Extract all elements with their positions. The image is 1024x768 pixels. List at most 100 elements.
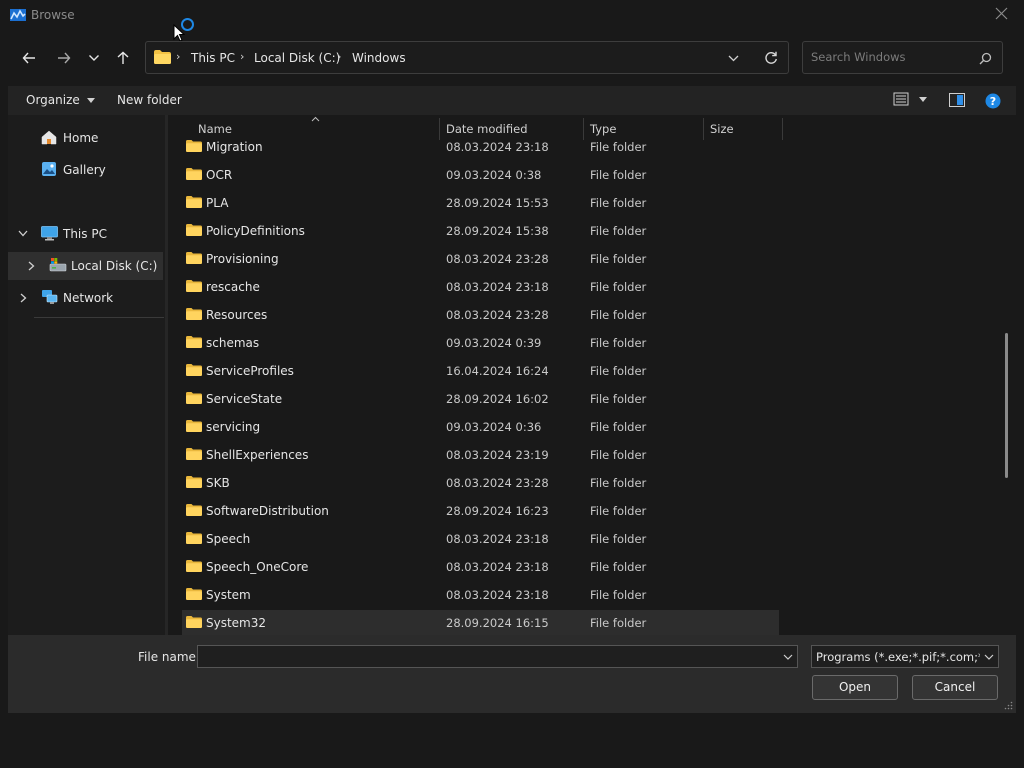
- expand-chevron-right-icon[interactable]: [20, 293, 27, 303]
- file-type: File folder: [590, 364, 647, 378]
- svg-text:?: ?: [990, 95, 996, 108]
- close-button[interactable]: [988, 4, 1014, 26]
- breadcrumb-this-pc[interactable]: This PC: [191, 51, 235, 65]
- sort-ascending-icon: [311, 116, 320, 122]
- help-button[interactable]: ?: [985, 93, 1001, 112]
- file-row[interactable]: rescache 08.03.2024 23:18 File folder: [182, 274, 779, 300]
- column-divider[interactable]: [782, 118, 783, 140]
- file-name: rescache: [206, 280, 260, 294]
- address-history-chevron-icon[interactable]: [728, 55, 739, 62]
- search-box[interactable]: [802, 41, 1003, 74]
- breadcrumb-separator-icon: ›: [337, 50, 342, 63]
- folder-icon: [186, 308, 202, 320]
- file-row[interactable]: SKB 08.03.2024 23:28 File folder: [182, 470, 779, 496]
- file-name: Resources: [206, 308, 268, 322]
- cancel-button[interactable]: Cancel: [912, 675, 998, 700]
- file-list: Name Date modified Type Size Migration 08…: [168, 115, 1016, 635]
- nav-item-gallery[interactable]: Gallery: [8, 156, 163, 184]
- file-type: File folder: [590, 224, 647, 238]
- open-button[interactable]: Open: [812, 675, 898, 700]
- file-row[interactable]: SoftwareDistribution 28.09.2024 16:23 File…: [182, 498, 779, 524]
- file-name-input[interactable]: [202, 649, 772, 663]
- folder-icon: [186, 420, 202, 432]
- expand-chevron-right-icon[interactable]: [28, 261, 35, 271]
- file-type: File folder: [590, 560, 647, 574]
- change-view-button[interactable]: [893, 92, 929, 110]
- file-row[interactable]: OCR 09.03.2024 0:38 File folder: [182, 162, 779, 188]
- search-input[interactable]: [811, 50, 971, 64]
- filter-chevron-down-icon: [984, 654, 994, 660]
- file-row[interactable]: Resources 08.03.2024 23:28 File folder: [182, 302, 779, 328]
- file-row[interactable]: ServiceState 28.09.2024 16:02 File folder: [182, 386, 779, 412]
- file-row[interactable]: PolicyDefinitions 28.09.2024 15:38 File fo…: [182, 218, 779, 244]
- preview-pane-button[interactable]: [949, 93, 965, 110]
- organize-button[interactable]: Organize: [26, 93, 96, 107]
- file-date-modified: 08.03.2024 23:19: [446, 448, 549, 462]
- file-row[interactable]: PLA 28.09.2024 15:53 File folder: [182, 190, 779, 216]
- back-button[interactable]: [16, 45, 42, 71]
- nav-label-home: Home: [63, 131, 99, 145]
- up-button[interactable]: [110, 45, 136, 71]
- new-folder-button[interactable]: New folder: [117, 93, 182, 107]
- file-name: System32: [206, 616, 267, 630]
- gallery-icon: [42, 162, 56, 176]
- nav-label-gallery: Gallery: [63, 163, 106, 177]
- file-row[interactable]: Provisioning 08.03.2024 23:28 File folder: [182, 246, 779, 272]
- forward-button[interactable]: [51, 45, 77, 71]
- file-type-filter-value: Programs (*.exe;*.pif;*.com;*.bat;*.cmd): [816, 650, 980, 664]
- file-date-modified: 08.03.2024 23:28: [446, 476, 549, 490]
- file-row[interactable]: Speech_OneCore 08.03.2024 23:18 File folde…: [182, 554, 779, 580]
- file-date-modified: 08.03.2024 23:28: [446, 252, 549, 266]
- file-date-modified: 08.03.2024 23:18: [446, 588, 549, 602]
- file-row[interactable]: System32 28.09.2024 16:15 File folder: [182, 610, 779, 635]
- dialog-footer: File name: Programs (*.exe;*.pif;*.com;*…: [8, 635, 1016, 713]
- search-icon[interactable]: [979, 52, 992, 65]
- vertical-scrollbar-thumb[interactable]: [1005, 333, 1008, 478]
- file-type: File folder: [590, 476, 647, 490]
- refresh-icon[interactable]: [764, 51, 778, 65]
- file-row[interactable]: ShellExperiences 08.03.2024 23:19 File fol…: [182, 442, 779, 468]
- file-name: ShellExperiences: [206, 448, 309, 462]
- view-dropdown-arrow-icon: [919, 97, 927, 102]
- folder-icon: [154, 50, 171, 64]
- breadcrumb-windows[interactable]: Windows: [352, 51, 406, 65]
- folder-icon: [186, 280, 202, 292]
- help-icon: ?: [985, 93, 1001, 109]
- file-type: File folder: [590, 420, 647, 434]
- nav-item-network[interactable]: Network: [8, 284, 163, 312]
- arrow-up-icon: [117, 51, 129, 64]
- arrow-right-icon: [58, 52, 71, 64]
- file-row[interactable]: schemas 09.03.2024 0:39 File folder: [182, 330, 779, 356]
- nav-divider: [34, 317, 164, 318]
- expand-chevron-down-icon[interactable]: [18, 230, 28, 237]
- folder-icon: [186, 196, 202, 208]
- close-icon: [995, 7, 1007, 20]
- nav-item-home[interactable]: Home: [8, 124, 163, 152]
- file-name: ServiceProfiles: [206, 364, 294, 378]
- file-row[interactable]: ServiceProfiles 16.04.2024 16:24 File fold…: [182, 358, 779, 384]
- folder-icon: [186, 140, 202, 152]
- file-row[interactable]: Speech 08.03.2024 23:18 File folder: [182, 526, 779, 552]
- file-name: Speech: [206, 532, 251, 546]
- address-bar[interactable]: › This PC › Local Disk (C:) › Windows: [145, 41, 789, 74]
- nav-label-this-pc: This PC: [63, 227, 107, 241]
- resize-grip-icon[interactable]: [1004, 701, 1013, 710]
- file-name-combobox[interactable]: [197, 645, 798, 668]
- nav-item-local-disk[interactable]: Local Disk (C:): [8, 252, 163, 280]
- breadcrumb-local-disk[interactable]: Local Disk (C:): [254, 51, 340, 65]
- local-disk-icon: [49, 258, 67, 272]
- file-type: File folder: [590, 168, 647, 182]
- nav-item-this-pc[interactable]: This PC: [8, 220, 163, 248]
- file-type: File folder: [590, 448, 647, 462]
- file-date-modified: 28.09.2024 16:02: [446, 392, 549, 406]
- file-date-modified: 08.03.2024 23:18: [446, 560, 549, 574]
- file-row[interactable]: System 08.03.2024 23:18 File folder: [182, 582, 779, 608]
- recent-locations-button[interactable]: [81, 45, 107, 71]
- file-date-modified: 16.04.2024 16:24: [446, 364, 549, 378]
- file-row[interactable]: servicing 09.03.2024 0:36 File folder: [182, 414, 779, 440]
- file-row[interactable]: Migration 08.03.2024 23:18 File folder: [182, 134, 779, 160]
- file-date-modified: 08.03.2024 23:28: [446, 308, 549, 322]
- file-type-filter-select[interactable]: Programs (*.exe;*.pif;*.com;*.bat;*.cmd): [811, 645, 999, 668]
- file-name-history-chevron-icon[interactable]: [783, 654, 793, 660]
- folder-icon: [186, 168, 202, 180]
